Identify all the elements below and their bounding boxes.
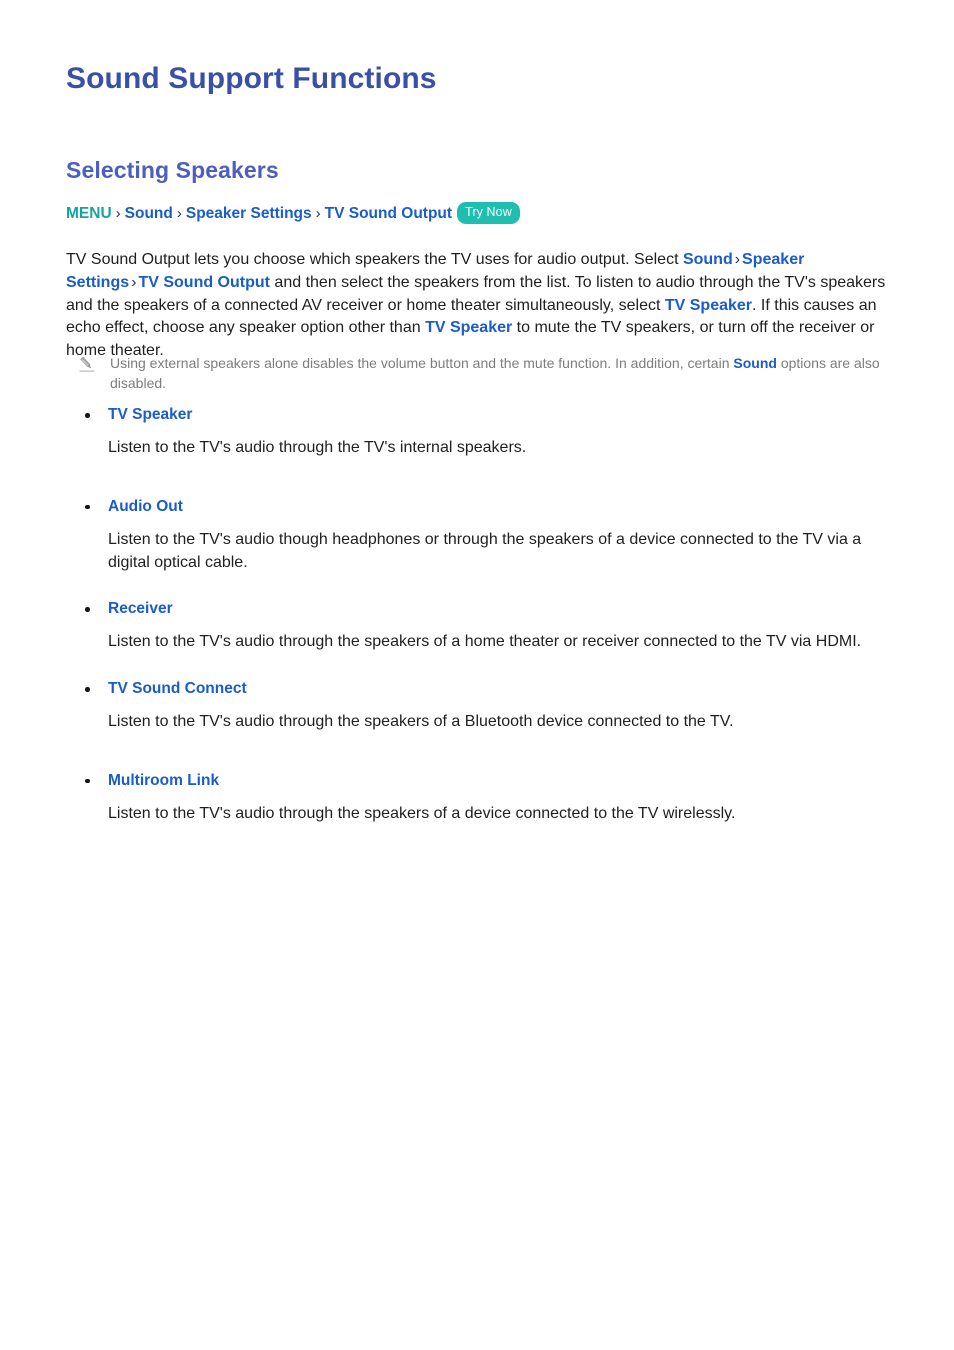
speaker-option-description: Listen to the TV's audio through the spe… xyxy=(108,713,734,731)
breadcrumb-menu-label[interactable]: MENU xyxy=(66,205,112,222)
note-link-sound[interactable]: Sound xyxy=(733,355,777,371)
intro-link-tv-sound-output[interactable]: TV Sound Output xyxy=(138,274,270,291)
list-item: Receiver Listen to the TV's audio throug… xyxy=(66,598,888,654)
section-heading: Selecting Speakers xyxy=(66,157,279,183)
bullet-icon xyxy=(85,504,90,510)
list-item: Multiroom Link Listen to the TV's audio … xyxy=(66,770,888,826)
speaker-option-label: TV Speaker xyxy=(108,406,193,423)
speaker-option-description: Listen to the TV's audio though headphon… xyxy=(108,530,862,571)
breadcrumb-item-sound[interactable]: Sound xyxy=(125,205,173,222)
note-block: Using external speakers alone disables t… xyxy=(66,353,888,393)
breadcrumb-separator-icon: › xyxy=(115,205,121,222)
list-item: TV Speaker Listen to the TV's audio thro… xyxy=(66,404,888,460)
page-title: Sound Support Functions xyxy=(66,62,437,95)
intro-link-tv-speaker-2[interactable]: TV Speaker xyxy=(425,319,512,336)
try-now-badge[interactable]: Try Now xyxy=(457,202,520,224)
speaker-option-heading[interactable]: Audio Out xyxy=(66,496,888,518)
intro-separator-icon: › xyxy=(734,251,741,268)
speaker-option-heading[interactable]: Multiroom Link xyxy=(66,770,888,792)
speaker-option-description: Listen to the TV's audio through the spe… xyxy=(108,804,736,822)
pencil-icon xyxy=(78,355,96,373)
list-item: TV Sound Connect Listen to the TV's audi… xyxy=(66,678,888,734)
intro-link-tv-speaker-1[interactable]: TV Speaker xyxy=(665,297,752,314)
note-text: Using external speakers alone disables t… xyxy=(110,353,888,393)
intro-paragraph: TV Sound Output lets you choose which sp… xyxy=(66,249,888,363)
bullet-icon xyxy=(85,607,90,612)
bullet-icon xyxy=(85,687,90,692)
speaker-option-label: Audio Out xyxy=(108,497,183,515)
speaker-options-list: TV Speaker Listen to the TV's audio thro… xyxy=(66,404,888,826)
speaker-option-heading[interactable]: TV Speaker xyxy=(66,404,888,426)
bullet-icon xyxy=(85,413,90,418)
breadcrumb-item-speaker-settings[interactable]: Speaker Settings xyxy=(186,205,312,222)
intro-text-1: TV Sound Output lets you choose which sp… xyxy=(66,251,683,268)
speaker-option-label: Multiroom Link xyxy=(108,771,220,789)
speaker-option-description: Listen to the TV's audio through the TV'… xyxy=(108,439,527,456)
speaker-option-heading[interactable]: TV Sound Connect xyxy=(66,678,888,700)
breadcrumb: MENU › Sound › Speaker Settings › TV Sound Out… xyxy=(66,202,520,226)
list-item: Audio Out Listen to the TV's audio thoug… xyxy=(66,496,888,575)
speaker-option-label: Receiver xyxy=(108,600,173,618)
speaker-option-label: TV Sound Connect xyxy=(108,680,247,698)
breadcrumb-separator-icon: › xyxy=(176,205,182,222)
breadcrumb-separator-icon: › xyxy=(315,205,321,222)
speaker-option-description: Listen to the TV's audio through the spe… xyxy=(108,633,862,651)
breadcrumb-item-tv-sound-output[interactable]: TV Sound Output xyxy=(325,205,452,222)
note-text-before: Using external speakers alone disables t… xyxy=(110,355,734,371)
bullet-icon xyxy=(85,778,90,784)
speaker-option-heading[interactable]: Receiver xyxy=(66,598,888,620)
intro-link-sound[interactable]: Sound xyxy=(683,251,733,268)
document-page: Sound Support Functions Selecting Speake… xyxy=(0,0,954,1350)
